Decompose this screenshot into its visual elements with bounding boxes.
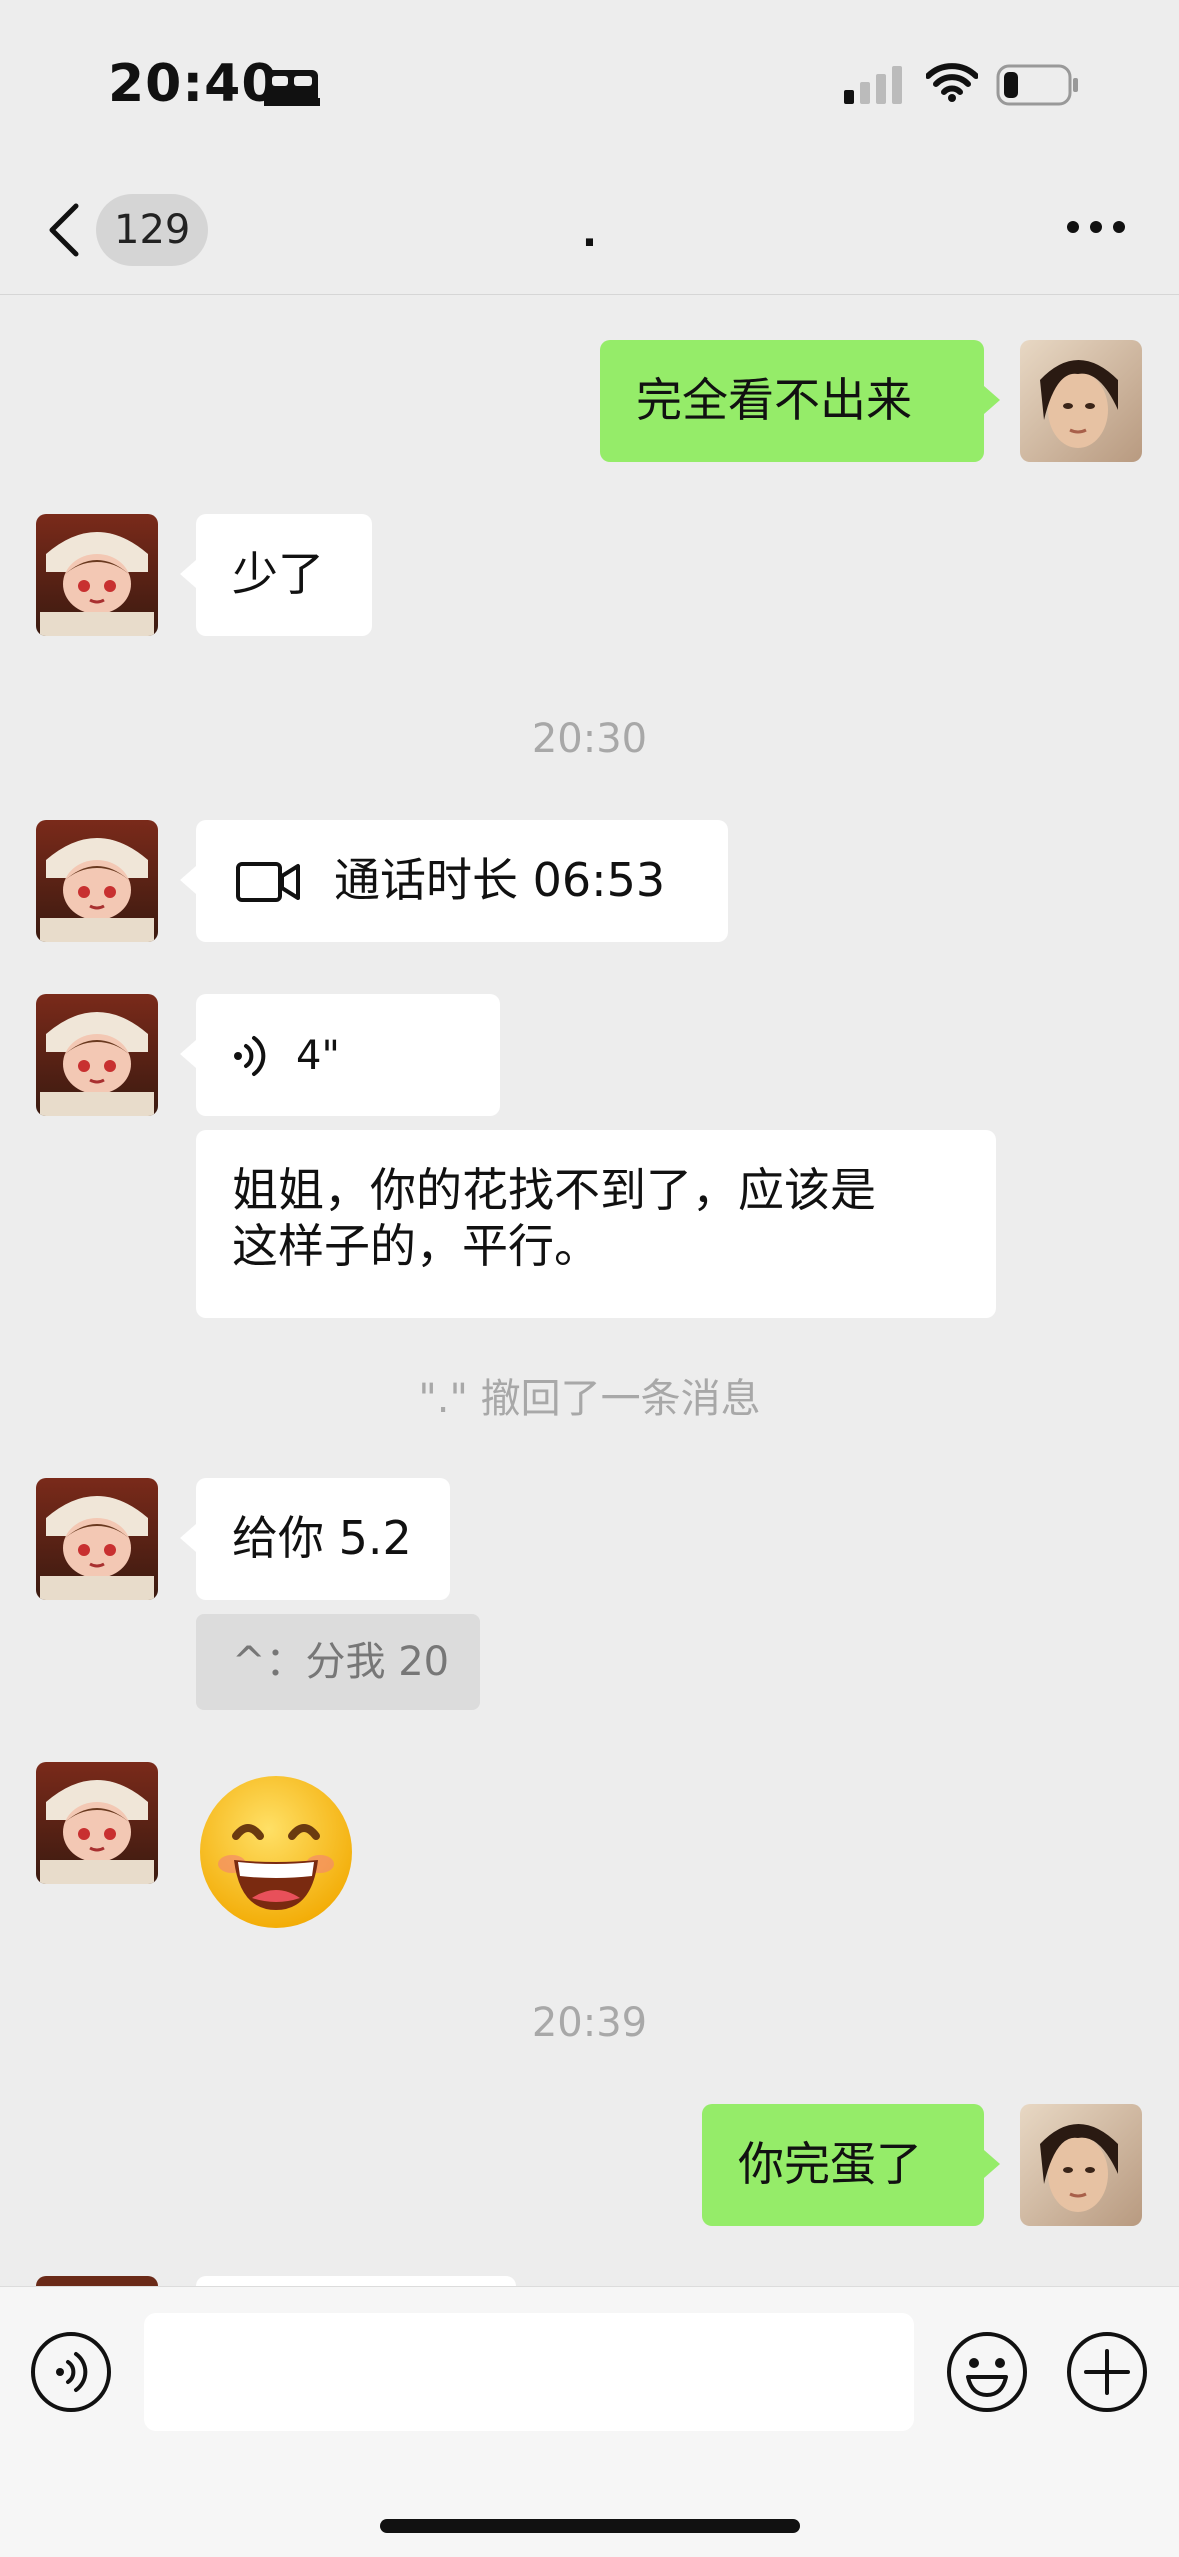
voice-icon — [234, 1036, 266, 1076]
contact-avatar[interactable] — [36, 820, 158, 942]
cellular-signal-icon — [844, 66, 902, 104]
outgoing-message-bubble[interactable]: 完全看不出来 — [600, 340, 984, 462]
chat-title: . — [581, 210, 598, 256]
my-avatar[interactable] — [1020, 2104, 1142, 2226]
message-timestamp: 20:30 — [531, 716, 648, 762]
bubble-tail — [984, 386, 1000, 414]
bubble-tail — [180, 866, 196, 894]
message-text-line-1: 姐姐，你的花找不到了，应该是 — [232, 1163, 876, 1217]
video-call-icon — [236, 862, 300, 902]
grinning-emoji[interactable] — [196, 1772, 356, 1932]
bubble-tail — [180, 1524, 196, 1552]
bubble-tail — [984, 2150, 1000, 2178]
sleep-focus-icon — [264, 70, 320, 106]
status-bar: 20:40 — [0, 0, 1179, 160]
message-input-bar — [0, 2286, 1179, 2557]
chat-header: 129 . — [0, 160, 1179, 295]
more-options-icon[interactable] — [1066, 220, 1126, 234]
battery-icon — [996, 64, 1078, 106]
contact-avatar[interactable] — [36, 1478, 158, 1600]
message-text: 给你 5.2 — [232, 1511, 412, 1565]
call-duration-label: 通话时长 06:53 — [334, 853, 666, 907]
my-avatar[interactable] — [1020, 340, 1142, 462]
bubble-tail — [180, 1040, 196, 1068]
message-text: 少了 — [232, 547, 324, 601]
incoming-message-bubble[interactable]: 姐姐，你的花找不到了，应该是 这样子的，平行。 — [196, 1130, 996, 1318]
contact-avatar[interactable] — [36, 514, 158, 636]
incoming-message-bubble[interactable]: 给你 5.2 — [196, 1478, 450, 1600]
emoji-picker-icon[interactable] — [946, 2331, 1028, 2413]
message-text-input[interactable] — [144, 2313, 914, 2431]
incoming-message-bubble-partial — [196, 2276, 516, 2286]
home-indicator — [380, 2519, 800, 2533]
wifi-icon — [926, 63, 978, 102]
quoted-reply[interactable]: ^：分我 20 — [196, 1614, 480, 1710]
incoming-message-bubble[interactable]: 少了 — [196, 514, 372, 636]
contact-avatar[interactable] — [36, 1762, 158, 1884]
message-text: 你完蛋了 — [738, 2137, 922, 2191]
outgoing-message-bubble[interactable]: 你完蛋了 — [702, 2104, 984, 2226]
quoted-text: ^：分我 20 — [232, 1639, 450, 1685]
more-functions-plus-icon[interactable] — [1066, 2331, 1148, 2413]
video-call-record-bubble[interactable]: 通话时长 06:53 — [196, 820, 728, 942]
contact-avatar-partial — [36, 2276, 158, 2286]
bubble-tail — [180, 560, 196, 588]
voice-duration: 4" — [296, 1033, 340, 1079]
contact-avatar[interactable] — [36, 994, 158, 1116]
message-text: 完全看不出来 — [636, 373, 912, 427]
voice-input-icon[interactable] — [30, 2331, 112, 2413]
message-timestamp: 20:39 — [531, 2000, 648, 2046]
recalled-message-notice: "." 撤回了一条消息 — [418, 1376, 761, 1422]
status-time: 20:40 — [108, 54, 279, 114]
voice-message-bubble[interactable]: 4" — [196, 994, 500, 1116]
message-text-line-2: 这样子的，平行。 — [232, 1219, 600, 1273]
